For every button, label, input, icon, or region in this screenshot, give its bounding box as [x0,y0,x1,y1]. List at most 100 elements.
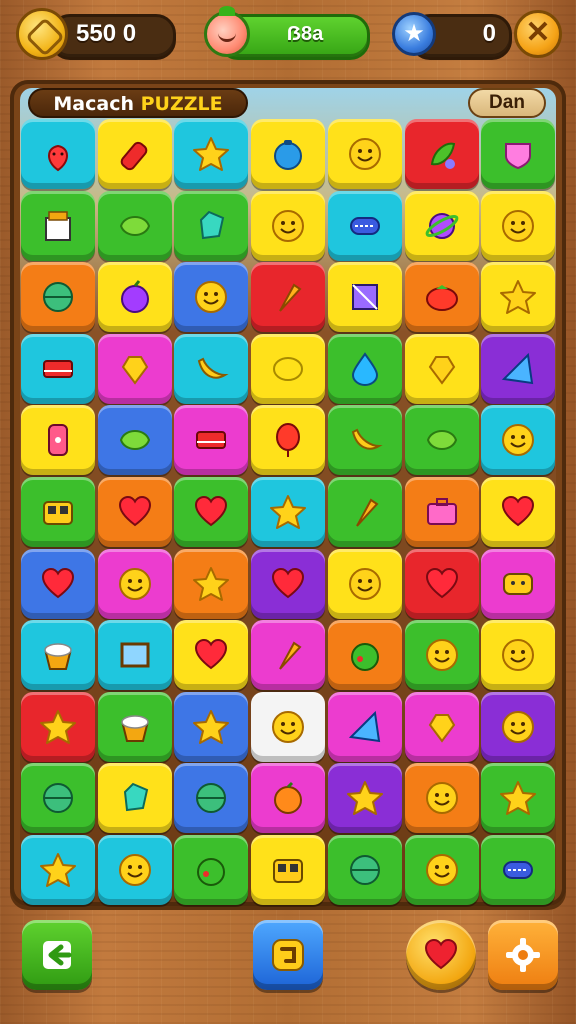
tile[interactable] [328,692,402,762]
tile[interactable] [21,334,95,404]
tile[interactable] [21,405,95,475]
tile[interactable] [328,763,402,833]
tile[interactable] [251,763,325,833]
tile[interactable] [481,262,555,332]
tile[interactable] [174,119,248,189]
tile[interactable] [98,549,172,619]
tile[interactable] [405,119,479,189]
lives-button[interactable] [406,920,476,990]
tile[interactable] [174,549,248,619]
tile[interactable] [405,692,479,762]
tile[interactable] [251,334,325,404]
smiley-icon [498,635,538,675]
tile[interactable] [481,405,555,475]
heart-gem-icon [422,707,462,747]
tile[interactable] [328,549,402,619]
tile[interactable] [251,549,325,619]
tile[interactable] [98,477,172,547]
tile[interactable] [481,549,555,619]
tile[interactable] [328,405,402,475]
tile[interactable] [174,692,248,762]
tile[interactable] [98,620,172,690]
tile[interactable] [21,191,95,261]
tile[interactable] [21,763,95,833]
tile[interactable] [481,119,555,189]
tile[interactable] [405,262,479,332]
tile[interactable] [328,191,402,261]
tile[interactable] [98,191,172,261]
tile[interactable] [481,191,555,261]
frame-icon [115,635,155,675]
tile[interactable] [98,692,172,762]
tile[interactable] [405,549,479,619]
close-button[interactable]: ✕ [514,10,562,58]
tile[interactable] [251,405,325,475]
game-title: Macach PUZZLE [28,88,248,118]
fruit-avatar-icon[interactable] [204,6,250,57]
tile[interactable] [328,262,402,332]
tile[interactable] [21,549,95,619]
tile[interactable] [481,763,555,833]
tile[interactable] [21,477,95,547]
tile[interactable] [405,334,479,404]
tile[interactable] [405,405,479,475]
tile[interactable] [98,405,172,475]
tile[interactable] [21,620,95,690]
tile[interactable] [405,620,479,690]
smiley-icon [422,635,462,675]
heart-icon [422,564,462,604]
tile[interactable] [21,119,95,189]
bottle-icon [115,134,155,174]
tile[interactable] [251,477,325,547]
tile[interactable] [174,835,248,905]
tile[interactable] [174,262,248,332]
tile[interactable] [405,477,479,547]
tile[interactable] [481,835,555,905]
heart-icon [424,938,458,970]
tile[interactable] [21,262,95,332]
gem-icon [191,206,231,246]
tile[interactable] [174,763,248,833]
tile[interactable] [174,620,248,690]
tile[interactable] [328,334,402,404]
tile[interactable] [174,405,248,475]
star-icon [38,850,78,890]
tile[interactable] [405,835,479,905]
tile[interactable] [251,620,325,690]
exit-button[interactable] [22,920,92,990]
tile[interactable] [98,763,172,833]
tile[interactable] [98,262,172,332]
settings-button[interactable] [488,920,558,990]
tile[interactable] [328,477,402,547]
tile[interactable] [251,262,325,332]
tile[interactable] [405,763,479,833]
tile[interactable] [174,191,248,261]
player-label: ẞ8a [286,23,324,45]
tile[interactable] [251,835,325,905]
tile[interactable] [98,835,172,905]
tile[interactable] [251,191,325,261]
tile[interactable] [98,334,172,404]
tile[interactable] [481,692,555,762]
tile[interactable] [481,334,555,404]
tile[interactable] [21,835,95,905]
tile[interactable] [174,477,248,547]
coins-counter: 550 0 [76,20,137,47]
star-icon: ★ [392,12,436,56]
tile[interactable] [405,191,479,261]
hint-button[interactable] [253,920,323,990]
tile[interactable] [251,692,325,762]
tile[interactable] [481,477,555,547]
pepper-icon [422,134,462,174]
tile[interactable] [251,119,325,189]
tile[interactable] [328,835,402,905]
tile[interactable] [21,692,95,762]
tile[interactable] [328,119,402,189]
ball-icon [38,778,78,818]
tile[interactable] [481,620,555,690]
book-icon [191,420,231,460]
tile[interactable] [98,119,172,189]
tile[interactable] [328,620,402,690]
hint-icon [272,939,304,971]
tile[interactable] [174,334,248,404]
